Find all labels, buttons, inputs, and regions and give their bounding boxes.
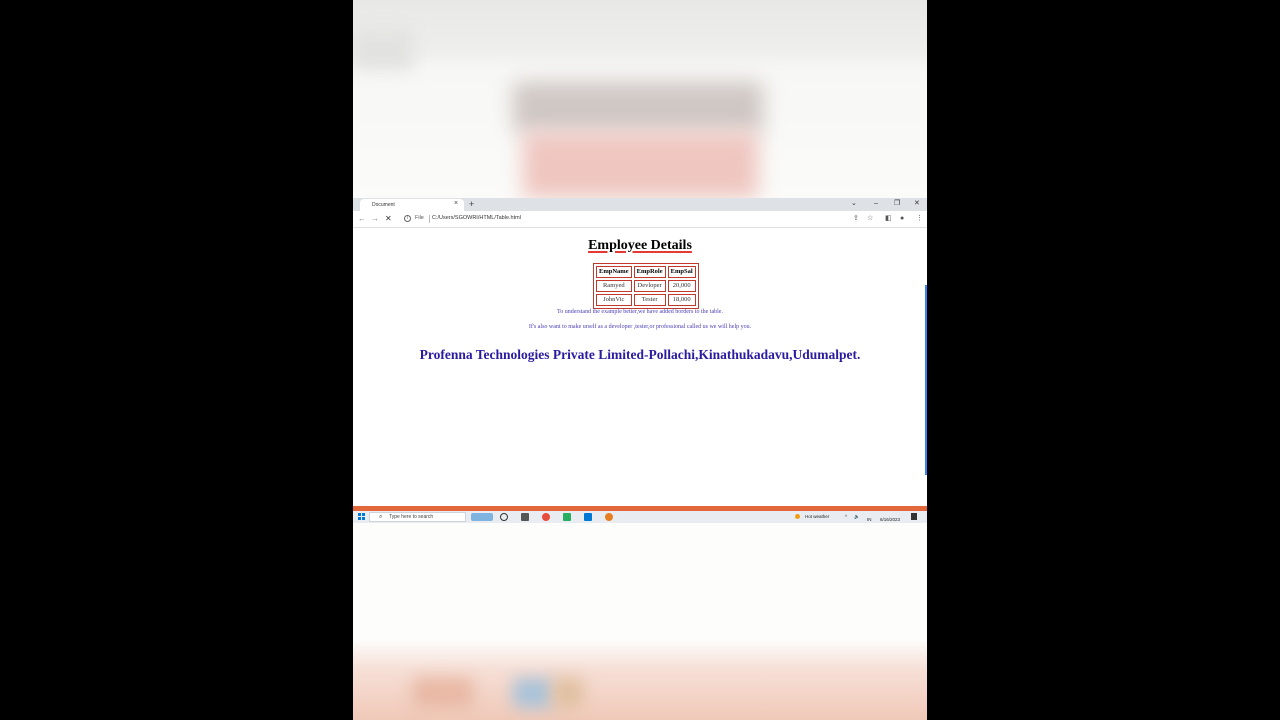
table-cell: Devloper xyxy=(633,280,666,292)
tab-search-icon[interactable]: ⌄ xyxy=(851,199,857,209)
menu-dots-icon[interactable]: ⋮ xyxy=(916,214,923,224)
column-header: EmpSal xyxy=(667,266,696,278)
tray-chevron-icon[interactable]: ^ xyxy=(845,513,847,520)
taskbar-search-box[interactable]: ⌕ Type here to search xyxy=(369,512,466,522)
chrome-icon[interactable] xyxy=(542,513,550,521)
tab-document[interactable]: Document × xyxy=(360,199,464,211)
company-name: Profenna Technologies Private Limited-Po… xyxy=(419,347,861,362)
table-row: JohnVic Tester 18,000 xyxy=(596,294,696,306)
table-cell: JohnVic xyxy=(596,294,632,306)
taskbar-date[interactable]: 6/16/2023 xyxy=(880,516,900,523)
table-cell: Tester xyxy=(633,294,666,306)
search-icon: ⌕ xyxy=(379,514,383,520)
profile-icon[interactable]: ● xyxy=(900,214,904,224)
table-row: Ramyed Devloper 20,000 xyxy=(596,280,696,292)
weather-icon[interactable] xyxy=(795,514,800,519)
contact-paragraph: If's also want to make urself as a devel… xyxy=(528,324,752,330)
column-header: EmpRole xyxy=(633,266,666,278)
employee-table: EmpName EmpRole EmpSal Ramyed Devloper 2… xyxy=(593,263,699,309)
file-label: File xyxy=(415,215,424,221)
task-view-icon[interactable] xyxy=(500,513,508,521)
video-frame: Document × + ⌄ – ❐ ✕ ← → ✕ i File C:/Use… xyxy=(353,0,927,720)
table-cell: 18,000 xyxy=(667,294,696,306)
table-cell: 20,000 xyxy=(667,280,696,292)
weather-text[interactable]: Hot weather xyxy=(805,513,829,520)
search-placeholder: Type here to search xyxy=(389,514,434,520)
close-icon[interactable]: × xyxy=(454,200,458,208)
info-icon[interactable]: i xyxy=(404,215,411,222)
side-panel-icon[interactable]: ◧ xyxy=(885,214,892,224)
restore-button[interactable]: ❐ xyxy=(894,199,900,209)
scrollbar-edge[interactable] xyxy=(925,285,927,475)
tab-bar: Document × + ⌄ – ❐ ✕ xyxy=(353,198,927,211)
vscode-icon[interactable] xyxy=(584,513,592,521)
widget-thumbnail-icon[interactable] xyxy=(471,513,493,521)
divider xyxy=(429,215,430,223)
windows-taskbar: ⌕ Type here to search Hot weather ^ 🔈 IN… xyxy=(353,511,927,523)
table-header-row: EmpName EmpRole EmpSal xyxy=(596,266,696,278)
speaker-icon[interactable]: 🔈 xyxy=(854,513,860,520)
bookmark-star-icon[interactable]: ☆ xyxy=(867,214,873,224)
table-cell: Ramyed xyxy=(596,280,632,292)
windows-start-icon[interactable] xyxy=(358,513,365,520)
info-paragraph: To understand the example better,we have… xyxy=(557,309,723,315)
app-icon[interactable] xyxy=(563,513,571,521)
address-bar[interactable]: i File C:/Users/SGOWRI/HTML/Table.html xyxy=(399,213,909,226)
back-arrow-icon[interactable]: ← xyxy=(358,214,366,224)
browser-toolbar: ← → ✕ i File C:/Users/SGOWRI/HTML/Table.… xyxy=(353,211,927,228)
tab-title: Document xyxy=(372,202,395,208)
blurred-background-top xyxy=(353,0,927,198)
page-content: Employee Details EmpName EmpRole EmpSal … xyxy=(353,229,927,506)
notification-icon[interactable] xyxy=(911,513,917,520)
minimize-button[interactable]: – xyxy=(874,199,878,209)
file-explorer-icon[interactable] xyxy=(521,513,529,521)
chrome-active-icon[interactable] xyxy=(605,513,613,521)
new-tab-button[interactable]: + xyxy=(469,198,474,210)
input-language[interactable]: IN xyxy=(867,516,872,523)
page-heading: Employee Details xyxy=(588,238,692,253)
column-header: EmpName xyxy=(596,266,632,278)
forward-arrow-icon[interactable]: → xyxy=(371,214,379,224)
stop-loading-icon[interactable]: ✕ xyxy=(385,214,392,224)
browser-window: Document × + ⌄ – ❐ ✕ ← → ✕ i File C:/Use… xyxy=(353,198,927,507)
share-icon[interactable]: ⇪ xyxy=(853,214,859,224)
close-window-button[interactable]: ✕ xyxy=(914,199,920,209)
url-text[interactable]: C:/Users/SGOWRI/HTML/Table.html xyxy=(432,215,521,221)
blurred-background-bottom xyxy=(353,640,927,720)
